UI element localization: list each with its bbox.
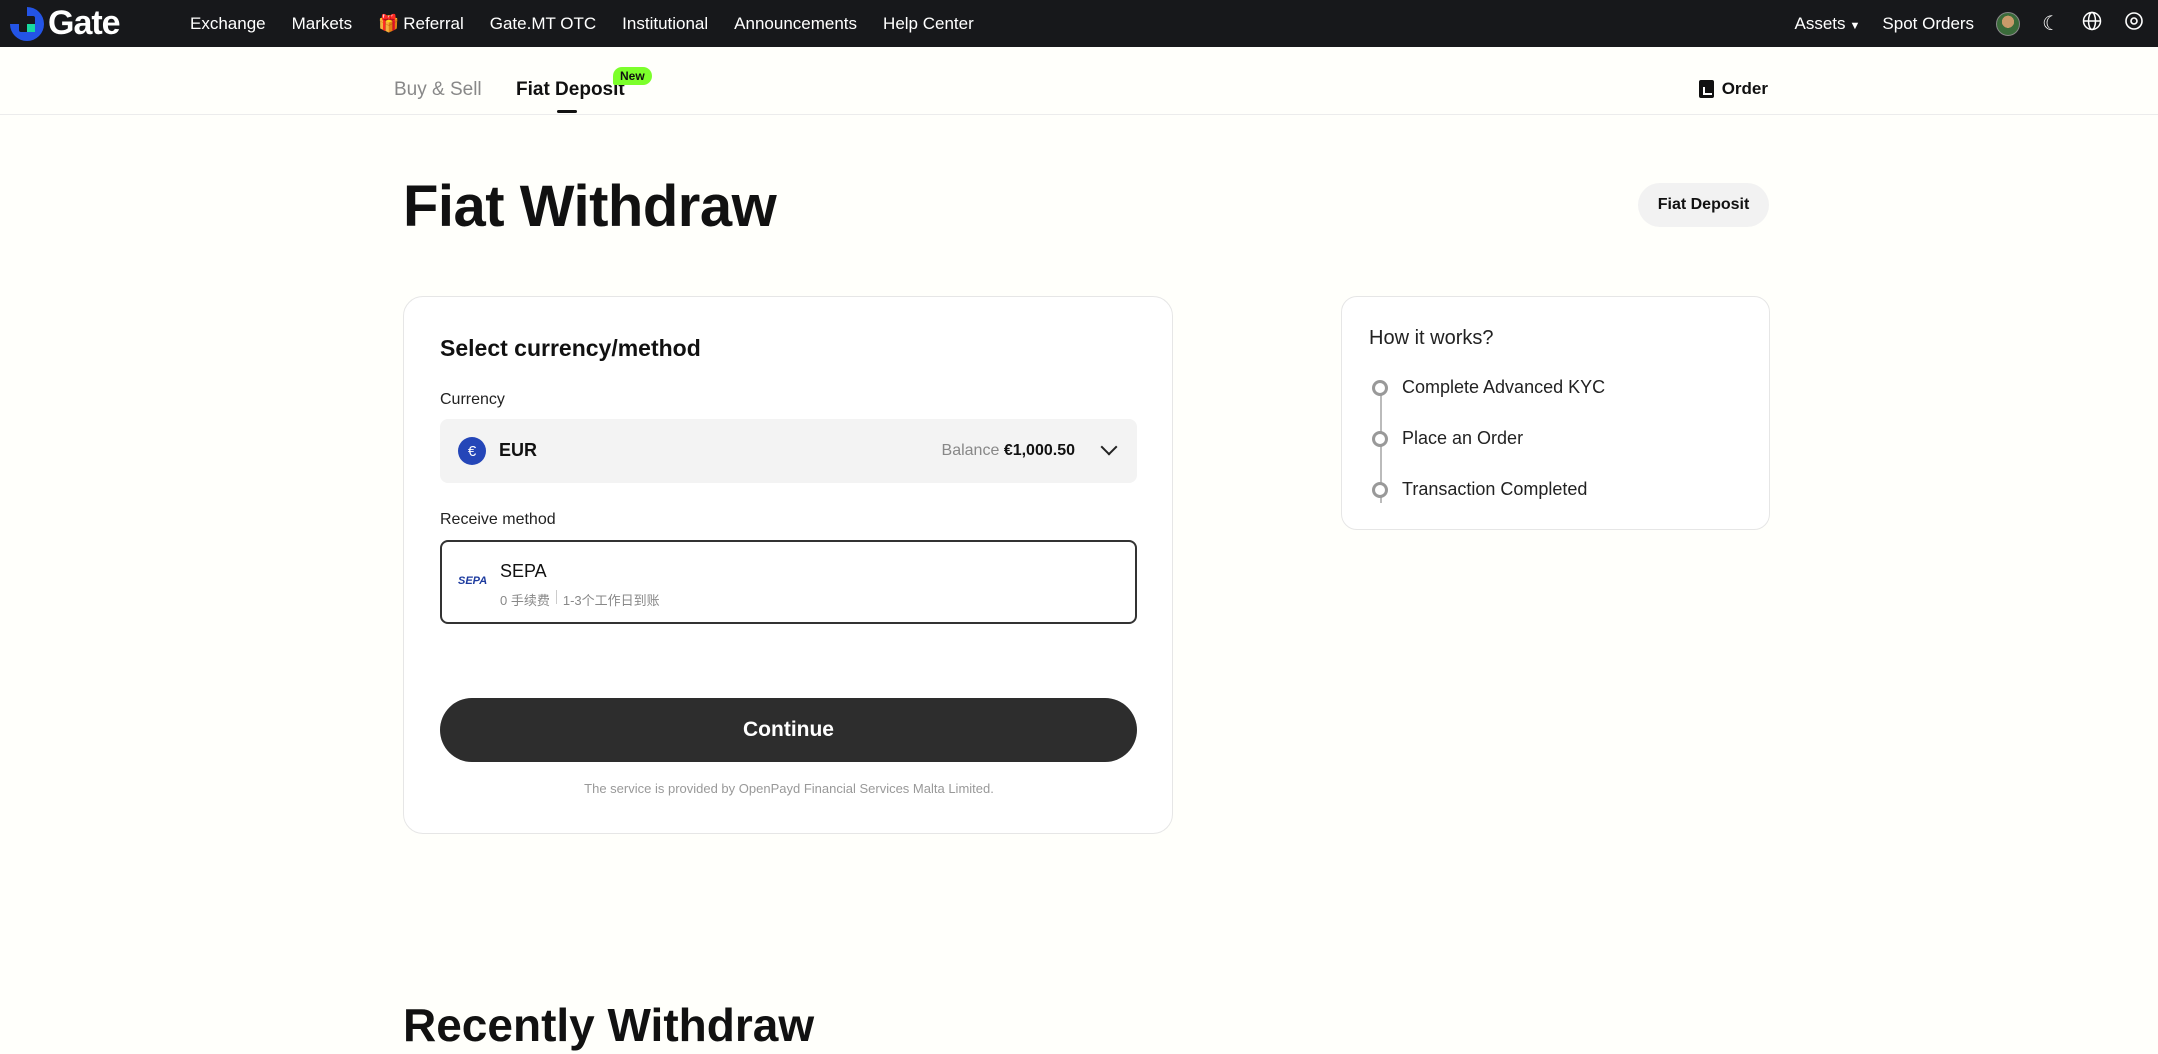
method-name: SEPA bbox=[500, 561, 547, 581]
tab-buy-sell[interactable]: Buy & Sell bbox=[394, 79, 482, 101]
nav-announcements[interactable]: Announcements bbox=[734, 14, 857, 34]
method-details: 0 手续费 1-3个工作日到账 bbox=[500, 590, 660, 609]
nav-markets[interactable]: Markets bbox=[292, 14, 352, 34]
sub-tabs: Buy & Sell Fiat Deposit New Order bbox=[0, 47, 2158, 115]
nav-help-center[interactable]: Help Center bbox=[883, 14, 974, 34]
currency-code: EUR bbox=[499, 440, 538, 460]
continue-button[interactable]: Continue bbox=[440, 698, 1137, 762]
nav-referral[interactable]: 🎁 Referral bbox=[378, 14, 464, 34]
how-it-works-title: How it works? bbox=[1369, 327, 1494, 349]
order-icon bbox=[1698, 80, 1714, 98]
gate-logo-icon bbox=[10, 6, 44, 41]
step-item: Complete Advanced KYC bbox=[1372, 377, 1605, 398]
service-note: The service is provided by OpenPayd Fina… bbox=[584, 781, 994, 796]
avatar[interactable] bbox=[1996, 11, 2021, 36]
step-dot-icon bbox=[1372, 430, 1388, 447]
balance-display: Balance €1,000.50 bbox=[942, 442, 1075, 460]
method-fee: 0 手续费 bbox=[500, 593, 550, 608]
settings-icon[interactable] bbox=[2124, 11, 2144, 37]
balance-value: €1,000.50 bbox=[1003, 442, 1075, 459]
order-label: Order bbox=[1721, 79, 1768, 98]
active-tab-indicator bbox=[557, 110, 577, 113]
tab-fiat-deposit[interactable]: Fiat Deposit bbox=[516, 79, 625, 101]
order-link[interactable]: Order bbox=[1698, 79, 1768, 99]
step-label: Place an Order bbox=[1402, 428, 1524, 448]
new-badge: New bbox=[613, 67, 652, 85]
receive-method-label: Receive method bbox=[440, 511, 556, 528]
balance-label: Balance bbox=[941, 442, 1000, 459]
step-dot-icon bbox=[1372, 379, 1388, 396]
top-nav: Gate Exchange Markets 🎁 Referral Gate.MT … bbox=[0, 0, 2158, 47]
fiat-deposit-button[interactable]: Fiat Deposit bbox=[1638, 183, 1769, 227]
logo-text: Gate bbox=[48, 4, 121, 42]
chevron-down-icon bbox=[1100, 438, 1118, 456]
currency-select[interactable]: € EUR Balance €1,000.50 bbox=[440, 419, 1137, 483]
caret-down-icon: ▼ bbox=[1849, 19, 1861, 32]
step-label: Complete Advanced KYC bbox=[1402, 377, 1606, 397]
receive-method-option[interactable]: SEPA SEPA 0 手续费 1-3个工作日到账 bbox=[440, 540, 1137, 624]
nav-gate-mt-otc[interactable]: Gate.MT OTC bbox=[490, 14, 596, 34]
globe-icon[interactable] bbox=[2082, 11, 2102, 37]
divider bbox=[555, 590, 557, 604]
nav-links: Exchange Markets 🎁 Referral Gate.MT OTC I… bbox=[190, 0, 974, 47]
euro-icon: € bbox=[458, 437, 486, 465]
gift-icon: 🎁 bbox=[378, 13, 400, 33]
nav-right: Assets ▼ Spot Orders ☾ bbox=[1794, 0, 2144, 47]
step-item: Place an Order bbox=[1372, 428, 1523, 449]
assets-menu[interactable]: Assets ▼ bbox=[1794, 14, 1860, 34]
sepa-logo: SEPA bbox=[458, 575, 488, 587]
assets-label: Assets bbox=[1794, 13, 1846, 33]
spot-orders-link[interactable]: Spot Orders bbox=[1882, 14, 1974, 34]
step-label: Transaction Completed bbox=[1402, 479, 1588, 499]
recent-withdraw-title: Recently Withdraw bbox=[403, 999, 815, 1051]
currency-label: Currency bbox=[440, 391, 505, 408]
nav-institutional[interactable]: Institutional bbox=[622, 14, 708, 34]
moon-icon[interactable]: ☾ bbox=[2042, 11, 2060, 36]
withdraw-form-card: Select currency/method Currency € EUR Ba… bbox=[403, 296, 1173, 834]
how-it-works-card: How it works? Complete Advanced KYC Plac… bbox=[1341, 296, 1770, 530]
gate-logo[interactable]: Gate bbox=[10, 0, 121, 47]
nav-exchange[interactable]: Exchange bbox=[190, 14, 266, 34]
page-title: Fiat Withdraw bbox=[403, 174, 777, 239]
nav-referral-label: Referral bbox=[403, 13, 464, 33]
form-title: Select currency/method bbox=[440, 335, 701, 361]
step-dot-icon bbox=[1372, 481, 1388, 498]
method-time: 1-3个工作日到账 bbox=[562, 593, 660, 608]
step-item: Transaction Completed bbox=[1372, 479, 1587, 500]
